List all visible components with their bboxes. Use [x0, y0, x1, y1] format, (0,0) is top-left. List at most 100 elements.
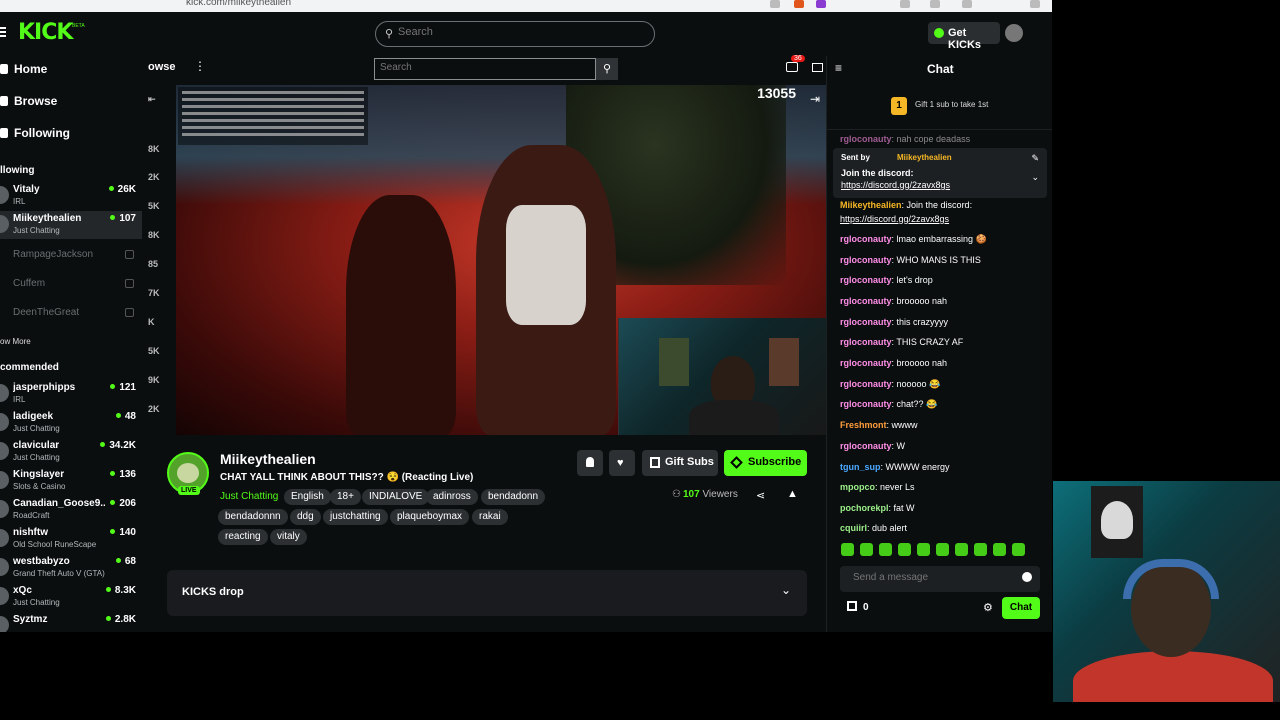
- kick-logo[interactable]: KICK: [18, 20, 73, 45]
- video-shirt: [506, 205, 586, 325]
- menu-icon[interactable]: [0, 27, 6, 37]
- gear-icon[interactable]: ⚙: [983, 601, 993, 614]
- channel-kingslayer[interactable]: Kingslayer Slots & Casino 136: [0, 467, 142, 495]
- emote-icon[interactable]: [974, 543, 987, 556]
- side-count: 8K: [148, 144, 160, 154]
- emote-icon[interactable]: [1012, 543, 1025, 556]
- channel-syztmz[interactable]: Syztmz 2.8K: [0, 612, 142, 632]
- channel-rampagejackson[interactable]: RampageJackson: [0, 242, 142, 270]
- channel-miikeythealien[interactable]: Miikeythealien Just Chatting 107: [0, 211, 142, 239]
- tag[interactable]: bendadonnn: [218, 509, 288, 525]
- streamer-name[interactable]: Miikeythealien: [220, 451, 316, 467]
- stream-category[interactable]: Just Chatting: [220, 491, 278, 502]
- avatar: [0, 215, 9, 233]
- pinned-link[interactable]: https://discord.gg/2zavx8gs: [841, 180, 950, 190]
- secondary-search-bar[interactable]: [374, 58, 596, 80]
- user-avatar[interactable]: [1005, 24, 1023, 42]
- emote-icon[interactable]: [898, 543, 911, 556]
- extension-icon[interactable]: [930, 0, 940, 8]
- kicks-balance[interactable]: 0: [847, 601, 869, 613]
- pinned-message[interactable]: Sent by Miikeythealien ✎ Join the discor…: [833, 148, 1047, 198]
- emote-icon[interactable]: [917, 543, 930, 556]
- emote-icon[interactable]: [936, 543, 949, 556]
- mail-icon[interactable]: [812, 63, 823, 72]
- chevron-down-icon[interactable]: ⌄: [781, 583, 791, 597]
- search-input[interactable]: [398, 26, 638, 38]
- search-icon[interactable]: ⚲: [596, 58, 618, 80]
- channel-deenthegreat[interactable]: DeenTheGreat: [0, 300, 142, 328]
- nav-home[interactable]: Home: [0, 62, 47, 82]
- secondary-search-input[interactable]: [380, 62, 580, 73]
- channel-vitaly[interactable]: Vitaly IRL 26K: [0, 182, 142, 210]
- tag[interactable]: adinross: [426, 489, 478, 505]
- chat-message: rgloconauty: nooooo 😂: [840, 379, 941, 389]
- collapse-chat-icon[interactable]: ≡: [835, 61, 842, 75]
- chat-message: rgloconauty: chat?? 😂: [840, 399, 938, 409]
- pinned-user[interactable]: Miikeythealien: [897, 153, 952, 162]
- offline-icon: [125, 250, 134, 259]
- channel-cuffem[interactable]: Cuffem: [0, 271, 142, 299]
- emote-icon[interactable]: [879, 543, 892, 556]
- tag[interactable]: INDIALOVE: [362, 489, 430, 505]
- kicks-drop-panel[interactable]: KICKS drop ⌄: [167, 570, 807, 616]
- follow-button[interactable]: ♥: [609, 450, 635, 476]
- chevron-down-icon[interactable]: ⌄: [1031, 172, 1039, 183]
- subscribe-button[interactable]: Subscribe: [724, 450, 807, 476]
- show-more-link[interactable]: ow More: [0, 337, 31, 346]
- emote-icon[interactable]: [955, 543, 968, 556]
- channel-ladigeek[interactable]: ladigeek Just Chatting 48: [0, 409, 142, 437]
- notification-icon[interactable]: [786, 62, 798, 72]
- expand-chat-icon[interactable]: ⇥: [810, 92, 820, 106]
- emoji-icon[interactable]: [1022, 572, 1032, 582]
- gift-leaderboard[interactable]: 1 Gift 1 sub to take 1st: [827, 84, 1052, 130]
- get-kicks-button[interactable]: Get KICKs: [928, 22, 1000, 51]
- share-icon[interactable]: ⋖: [756, 489, 765, 502]
- unpin-icon[interactable]: ✎: [1031, 153, 1039, 164]
- channel-xqc[interactable]: xQc Just Chatting 8.3K: [0, 583, 142, 611]
- channel-nishftw[interactable]: nishftw Old School RuneScape 140: [0, 525, 142, 553]
- tag[interactable]: reacting: [218, 529, 268, 545]
- extension-icon[interactable]: [900, 0, 910, 8]
- secondary-header: owse ⋮ ⚲ 36: [146, 55, 826, 84]
- chat-input[interactable]: [853, 572, 1013, 583]
- notification-bell-button[interactable]: [577, 450, 603, 476]
- tag[interactable]: plaqueboymax: [390, 509, 470, 525]
- tag[interactable]: rakai: [472, 509, 508, 525]
- address-bar[interactable]: kick.com/miikeythealien: [186, 0, 291, 8]
- extension-icon[interactable]: [816, 0, 826, 8]
- video-player[interactable]: 13055: [176, 85, 826, 435]
- channel-canadian-goose[interactable]: Canadian_Goose9... RoadCraft 206: [0, 496, 142, 524]
- side-count: 2K: [148, 172, 160, 182]
- tag[interactable]: English: [284, 489, 331, 505]
- channel-westbabyzo[interactable]: westbabyzo Grand Theft Auto V (GTA) 68: [0, 554, 142, 582]
- top-search-bar[interactable]: ⚲: [375, 21, 655, 47]
- extension-icon[interactable]: [770, 0, 780, 8]
- headset: [1123, 559, 1219, 599]
- chat-input-box[interactable]: [840, 566, 1040, 592]
- nav-browse[interactable]: Browse: [0, 94, 57, 114]
- gift-subs-button[interactable]: Gift Subs: [642, 450, 718, 476]
- more-icon[interactable]: ⋮: [194, 59, 206, 73]
- live-dot: [115, 558, 121, 563]
- emote-icon[interactable]: [860, 543, 873, 556]
- nav-following[interactable]: Following: [0, 126, 70, 146]
- tag[interactable]: 18+: [330, 489, 361, 505]
- browse-label[interactable]: owse: [148, 61, 176, 73]
- emote-icon[interactable]: [841, 543, 854, 556]
- browser-close-icon[interactable]: [1030, 0, 1040, 8]
- report-icon[interactable]: ▲: [787, 488, 798, 500]
- tag[interactable]: justchatting: [323, 509, 388, 525]
- tag[interactable]: ddg: [290, 509, 321, 525]
- extension-icon[interactable]: [962, 0, 972, 8]
- side-count: 2K: [148, 404, 160, 414]
- chat-link[interactable]: https://discord.gg/2zavx8gs: [840, 214, 949, 224]
- channel-clavicular[interactable]: clavicular Just Chatting 34.2K: [0, 438, 142, 466]
- brave-shield-icon[interactable]: [794, 0, 804, 8]
- send-chat-button[interactable]: Chat: [1002, 597, 1040, 619]
- tag[interactable]: vitaly: [270, 529, 307, 545]
- tag[interactable]: bendadonn: [481, 489, 546, 505]
- emote-icon[interactable]: [993, 543, 1006, 556]
- expand-icon[interactable]: ⇤: [148, 94, 156, 105]
- channel-jasperphipps[interactable]: jasperphipps IRL 121: [0, 380, 142, 408]
- channel-category: Just Chatting: [13, 453, 60, 462]
